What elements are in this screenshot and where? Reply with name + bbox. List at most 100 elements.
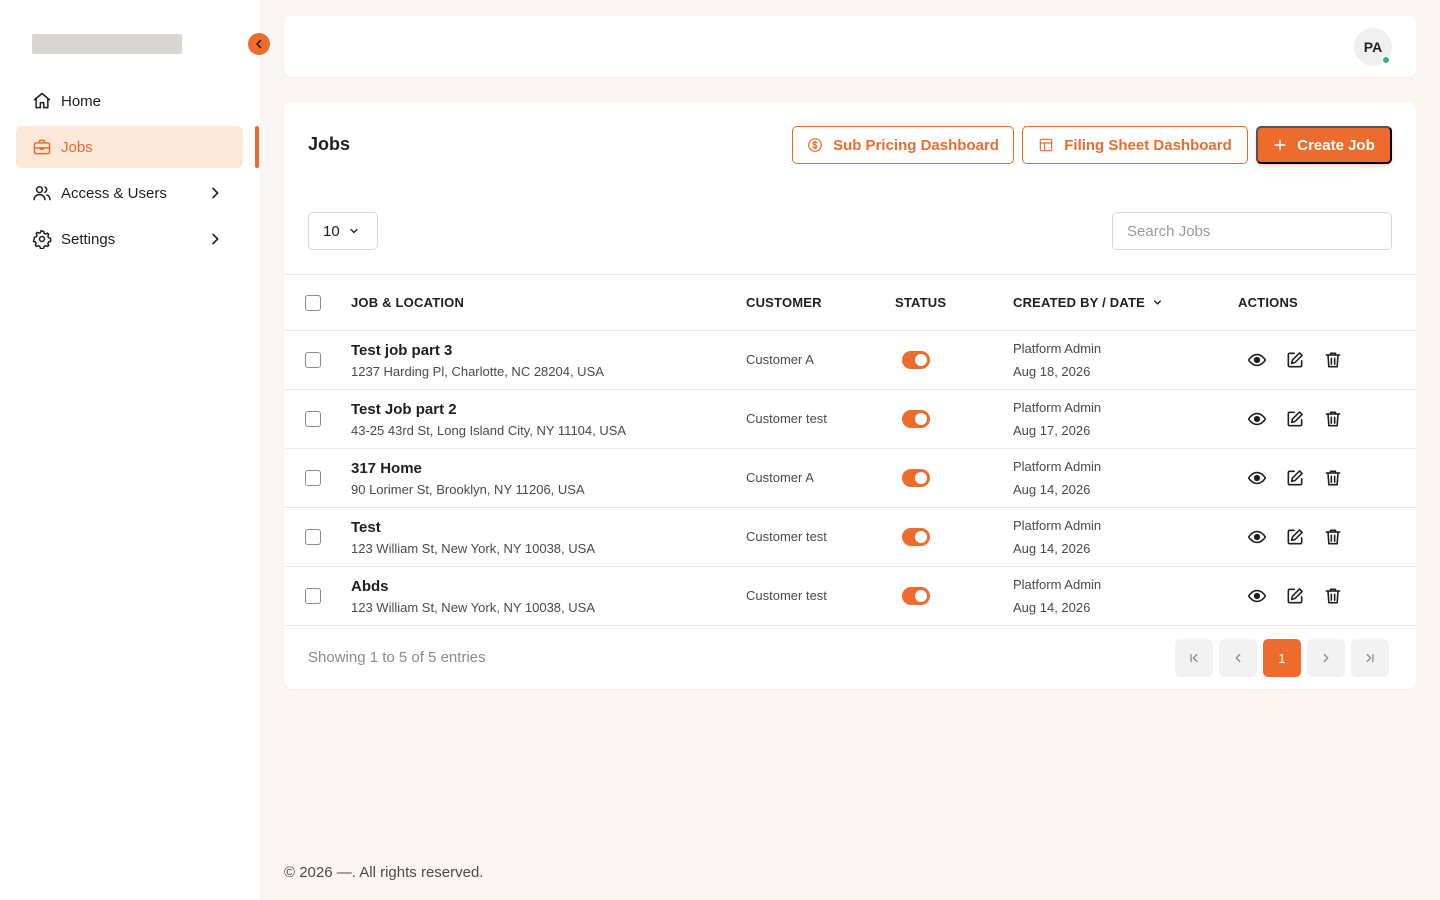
delete-icon[interactable] [1323,409,1343,429]
next-page-button[interactable] [1307,639,1345,677]
job-name[interactable]: Abds [351,578,389,595]
table-row: Abds 123 William St, New York, NY 10038, … [284,567,1416,626]
table-row: Test 123 William St, New York, NY 10038, … [284,508,1416,567]
sidebar-item-jobs[interactable]: Jobs [16,126,243,168]
sidebar-item-settings[interactable]: Settings [16,218,243,260]
job-name[interactable]: Test Job part 2 [351,401,457,418]
chevron-right-icon [1323,653,1329,663]
filing-sheet-dashboard-button[interactable]: Filing Sheet Dashboard [1022,126,1248,164]
column-header-actions: ACTIONS [1238,295,1298,310]
table-body: Test job part 3 1237 Harding Pl, Charlott… [284,331,1416,626]
row-checkbox[interactable] [305,352,321,368]
job-address: 43-25 43rd St, Long Island City, NY 1110… [351,423,627,438]
dollar-circle-icon [808,138,822,152]
job-address: 123 William St, New York, NY 10038, USA [351,600,595,615]
column-header-status[interactable]: STATUS [895,295,946,310]
home-icon [32,91,52,111]
job-name[interactable]: Test job part 3 [351,342,452,359]
page-button-1[interactable]: 1 [1263,639,1301,677]
avatar-initials: PA [1363,39,1383,55]
view-icon[interactable] [1247,468,1267,488]
created-date: Aug 14, 2026 [1013,541,1091,556]
previous-page-button[interactable] [1219,639,1257,677]
logo [32,34,182,54]
row-checkbox[interactable] [305,470,321,486]
column-header-job[interactable]: JOB & LOCATION [351,295,464,310]
jobs-table: JOB & LOCATION CUSTOMER STATUS CREATED B… [284,274,1416,626]
first-page-button[interactable] [1175,639,1213,677]
created-by: Platform Admin [1013,459,1102,474]
edit-icon[interactable] [1285,350,1305,370]
status-toggle[interactable] [902,410,930,428]
status-toggle[interactable] [902,528,930,546]
filing-sheet-dashboard-label: Filing Sheet Dashboard [1064,136,1232,154]
active-indicator [255,126,259,168]
job-name[interactable]: Test [351,519,381,536]
page-size-select[interactable]: 10 [308,212,378,250]
edit-icon[interactable] [1285,409,1305,429]
online-status-dot [1382,56,1390,64]
create-job-button[interactable]: Create Job [1256,126,1392,164]
page-size-value: 10 [323,222,340,240]
sidebar-item-home[interactable]: Home [16,80,243,122]
search-input[interactable] [1112,212,1392,250]
delete-icon[interactable] [1323,468,1343,488]
delete-icon[interactable] [1323,350,1343,370]
row-checkbox[interactable] [305,529,321,545]
copyright: © 2026 —. All rights reserved. [284,864,484,881]
column-header-created[interactable]: CREATED BY / DATE [1013,295,1163,310]
sub-pricing-dashboard-button[interactable]: Sub Pricing Dashboard [792,126,1014,164]
status-toggle[interactable] [902,469,930,487]
row-checkbox[interactable] [305,411,321,427]
delete-icon[interactable] [1323,527,1343,547]
users-icon [32,183,52,203]
avatar[interactable]: PA [1354,28,1392,66]
column-header-customer[interactable]: CUSTOMER [746,295,822,310]
chevron-right-icon [212,233,219,245]
sidebar-item-access-users[interactable]: Access & Users [16,172,243,214]
sidebar-item-label: Settings [61,230,116,248]
sub-pricing-dashboard-label: Sub Pricing Dashboard [833,136,999,154]
sidebar-item-label: Jobs [61,138,93,156]
sidebar-item-label: Access & Users [61,184,167,202]
created-by: Platform Admin [1013,577,1102,592]
created-by: Platform Admin [1013,400,1102,415]
delete-icon[interactable] [1323,586,1343,606]
status-toggle[interactable] [902,351,930,369]
row-checkbox[interactable] [305,588,321,604]
customer-name: Customer test [746,588,827,603]
created-date: Aug 14, 2026 [1013,482,1091,497]
job-address: 123 William St, New York, NY 10038, USA [351,541,595,556]
job-name[interactable]: 317 Home [351,460,422,477]
table-row: Test Job part 2 43-25 43rd St, Long Islan… [284,390,1416,449]
chevron-down-icon [350,228,358,234]
table-row: Test job part 3 1237 Harding Pl, Charlott… [284,331,1416,390]
column-header-created-label: CREATED BY / DATE [1013,295,1145,310]
view-icon[interactable] [1247,350,1267,370]
customer-name: Customer A [746,352,814,367]
collapse-sidebar-button[interactable] [248,33,270,55]
last-page-button[interactable] [1351,639,1389,677]
page-title: Jobs [308,134,351,154]
edit-icon[interactable] [1285,527,1305,547]
select-all-checkbox[interactable] [305,295,321,311]
view-icon[interactable] [1247,527,1267,547]
briefcase-icon [32,137,52,157]
view-icon[interactable] [1247,586,1267,606]
created-date: Aug 17, 2026 [1013,423,1091,438]
status-toggle[interactable] [902,587,930,605]
created-date: Aug 18, 2026 [1013,364,1091,379]
layout-icon [1039,138,1053,152]
customer-name: Customer A [746,470,814,485]
edit-icon[interactable] [1285,586,1305,606]
edit-icon[interactable] [1285,468,1305,488]
entries-info: Showing 1 to 5 of 5 entries [308,649,486,666]
jobs-card: Jobs Sub Pricing Dashboard Filing Sheet … [284,102,1416,689]
plus-icon [1274,139,1286,151]
table-row: 317 Home 90 Lorimer St, Brooklyn, NY 1120… [284,449,1416,508]
job-address: 90 Lorimer St, Brooklyn, NY 11206, USA [351,482,585,497]
job-address: 1237 Harding Pl, Charlotte, NC 28204, US… [351,364,604,379]
view-icon[interactable] [1247,409,1267,429]
chevron-right-icon [212,187,219,199]
customer-name: Customer test [746,529,827,544]
